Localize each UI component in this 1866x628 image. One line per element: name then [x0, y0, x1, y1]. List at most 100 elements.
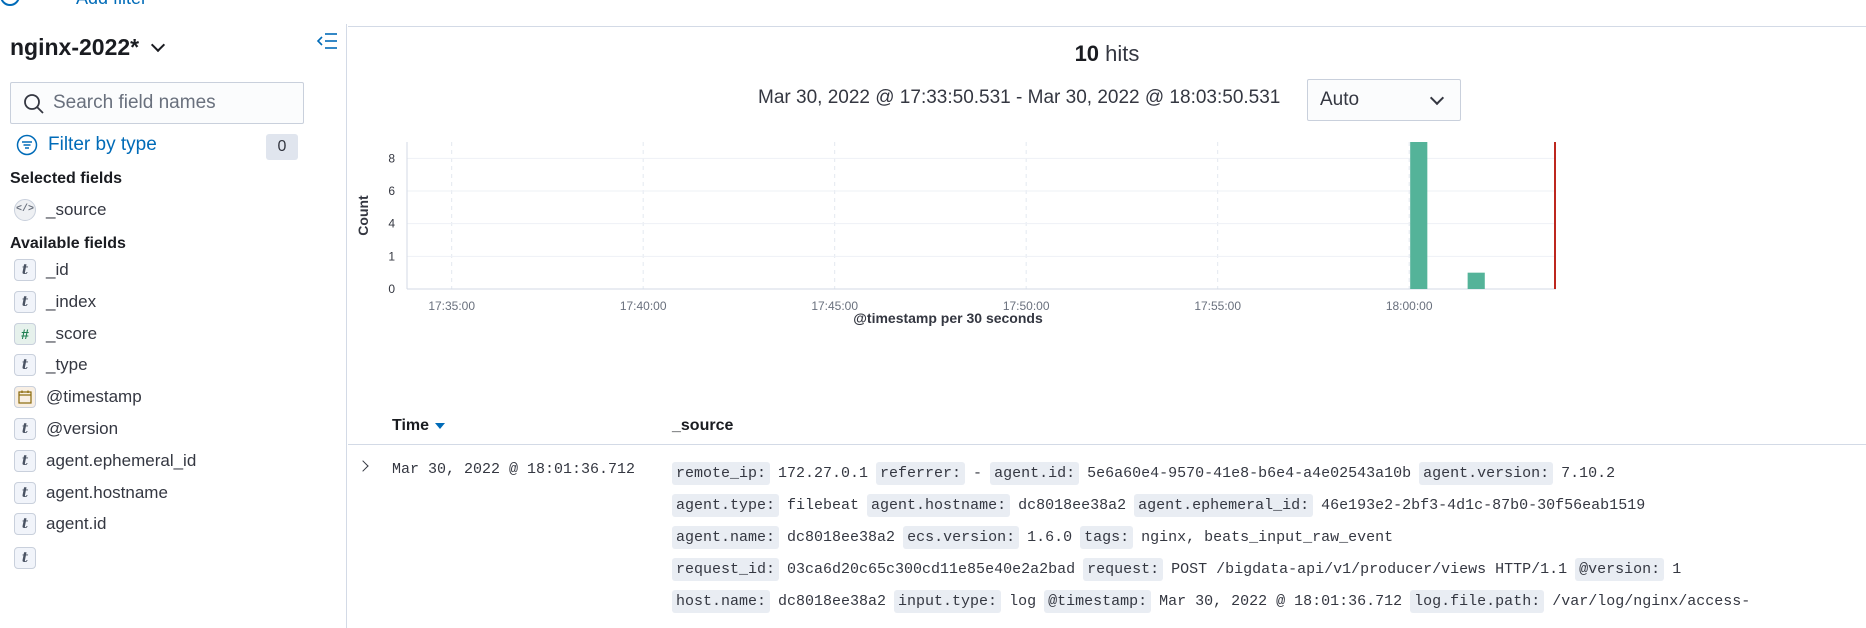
string-type-icon: t	[14, 547, 36, 569]
source-line: request_id: 03ca6d20c65c300cd11e85e40e2a2…	[672, 553, 1862, 585]
source-field: request: POST /bigdata-api/v1/producer/vi…	[1083, 557, 1568, 581]
y-tick-label: 1	[388, 249, 395, 263]
source-field-value: /var/log/nginx/access-	[1552, 592, 1751, 610]
doc-table-header: Time _source	[348, 405, 1866, 445]
add-filter-icon[interactable]	[0, 0, 20, 6]
column-source-header: _source	[672, 417, 734, 434]
available-fields-title: Available fields	[10, 235, 126, 252]
filter-icon	[16, 134, 38, 156]
source-field-key: remote_ip:	[672, 461, 771, 485]
source-field: request_id: 03ca6d20c65c300cd11e85e40e2a2…	[672, 557, 1076, 581]
sort-desc-icon[interactable]	[435, 422, 446, 429]
field-item-agent-id[interactable]: t agent.id	[14, 510, 107, 538]
source-line: host.name: dc8018ee38a2 input.type: log @tim…	[672, 585, 1862, 617]
field-item-score[interactable]: # _score	[14, 320, 97, 348]
search-field-names[interactable]	[10, 82, 304, 124]
x-tick-label: 18:00:00	[1386, 299, 1433, 313]
time-range-label: Mar 30, 2022 @ 17:33:50.531 - Mar 30, 20…	[758, 87, 1281, 108]
field-item-type[interactable]: t _type	[14, 351, 88, 379]
field-name: _type	[46, 355, 88, 374]
source-field-key: agent.version:	[1419, 461, 1554, 485]
source-field-value: 5e6a60e4-9570-41e8-b6e4-a4e02543a10b	[1087, 464, 1412, 482]
expand-row-button[interactable]	[358, 459, 372, 473]
chevron-down-icon	[1429, 90, 1445, 106]
source-field-key: agent.type:	[672, 493, 780, 517]
discover-app: Add filter nginx-2022*	[0, 0, 1866, 628]
y-tick-label: 8	[388, 151, 395, 165]
source-field: @timestamp: Mar 30, 2022 @ 18:01:36.712	[1044, 589, 1403, 613]
string-type-icon: t	[14, 513, 36, 535]
source-field-value: 46e193e2-2bf3-4d1c-87b0-30f56eab1519	[1321, 496, 1646, 514]
source-field: agent.name: dc8018ee38a2	[672, 525, 896, 549]
field-name: @timestamp	[46, 387, 142, 406]
filter-by-type-label: Filter by type	[48, 134, 157, 155]
field-item-id[interactable]: t _id	[14, 256, 69, 284]
source-field: tags: nginx, beats_input_raw_event	[1080, 525, 1393, 549]
string-type-icon: t	[14, 418, 36, 440]
source-field: agent.hostname: dc8018ee38a2	[867, 493, 1127, 517]
x-tick-label: 17:55:00	[1194, 299, 1241, 313]
source-field-key: @version:	[1575, 557, 1665, 581]
index-pattern-name: nginx-2022*	[10, 34, 140, 60]
collapse-left-icon	[316, 33, 337, 49]
field-item-index[interactable]: t _index	[14, 288, 96, 316]
source-field: agent.version: 7.10.2	[1419, 461, 1616, 485]
histogram-bar	[1410, 142, 1428, 289]
column-time-header[interactable]: Time	[392, 417, 446, 435]
x-tick-label: 17:45:00	[811, 299, 858, 313]
source-field-value: dc8018ee38a2	[787, 528, 896, 546]
source-field-value: 03ca6d20c65c300cd11e85e40e2a2bad	[787, 560, 1076, 578]
source-field-key: referrer:	[876, 461, 966, 485]
source-field-value: dc8018ee38a2	[1018, 496, 1127, 514]
add-filter-link[interactable]: Add filter	[76, 0, 147, 9]
chevron-down-icon	[151, 37, 166, 52]
source-field: @version: 1	[1575, 557, 1682, 581]
discover-main: 10 hits Mar 30, 2022 @ 17:33:50.531 - Ma…	[348, 26, 1866, 628]
field-item-agent-ephemeral-id[interactable]: t agent.ephemeral_id	[14, 447, 196, 475]
selected-fields-title: Selected fields	[10, 170, 123, 187]
x-axis-title: @timestamp per 30 seconds	[853, 310, 1043, 326]
field-name: _score	[46, 324, 98, 343]
source-field: host.name: dc8018ee38a2	[672, 589, 886, 613]
source-field-value: POST /bigdata-api/v1/producer/views HTTP…	[1171, 560, 1568, 578]
source-field-value: filebeat	[787, 496, 860, 514]
search-icon	[24, 94, 44, 114]
field-item-timestamp[interactable]: @timestamp	[14, 383, 142, 411]
source-field: agent.ephemeral_id: 46e193e2-2bf3-4d1c-87…	[1134, 493, 1646, 517]
source-field: input.type: log	[894, 589, 1036, 613]
string-type-icon: t	[14, 482, 36, 504]
field-item-agent-hostname[interactable]: t agent.hostname	[14, 479, 168, 507]
source-field-key: host.name:	[672, 589, 771, 613]
field-item-version[interactable]: t @version	[14, 415, 118, 443]
field-name: agent.hostname	[46, 483, 168, 502]
histogram-bar	[1467, 272, 1485, 289]
source-field-value: 7.10.2	[1561, 464, 1616, 482]
field-sidebar: nginx-2022* Filt	[0, 24, 347, 628]
field-name: @version	[46, 419, 119, 438]
string-type-icon: t	[14, 354, 36, 376]
source-field-key: agent.id:	[990, 461, 1080, 485]
source-field-value: Mar 30, 2022 @ 18:01:36.712	[1159, 592, 1403, 610]
source-field: agent.id: 5e6a60e4-9570-41e8-b6e4-a4e0254…	[990, 461, 1412, 485]
collapse-sidebar-button[interactable]	[316, 32, 338, 50]
field-name: _index	[46, 292, 97, 311]
index-pattern-selector[interactable]: nginx-2022*	[10, 34, 166, 61]
x-tick-label: 17:40:00	[620, 299, 667, 313]
filter-bar: Add filter	[0, 0, 1866, 12]
filter-by-type-button[interactable]: Filter by type	[16, 134, 157, 156]
field-name: agent.id	[46, 514, 107, 533]
field-item-source[interactable]: </> _source	[14, 196, 106, 224]
y-tick-label: 0	[388, 282, 395, 296]
y-tick-label: 6	[388, 184, 395, 198]
interval-value: Auto	[1320, 89, 1360, 110]
row-time: Mar 30, 2022 @ 18:01:36.712	[392, 461, 636, 478]
field-item-partial[interactable]: t	[14, 544, 36, 572]
interval-select[interactable]: Auto	[1307, 79, 1461, 121]
source-field-value: 1	[1672, 560, 1682, 578]
source-line: agent.name: dc8018ee38a2 ecs.version: 1.6.0…	[672, 521, 1862, 553]
source-field-key: ecs.version:	[903, 525, 1020, 549]
search-input[interactable]	[53, 92, 293, 114]
row-source: remote_ip: 172.27.0.1 referrer: - agent.id: 5…	[672, 457, 1862, 617]
string-type-icon: t	[14, 450, 36, 472]
source-icon: </>	[14, 199, 36, 221]
